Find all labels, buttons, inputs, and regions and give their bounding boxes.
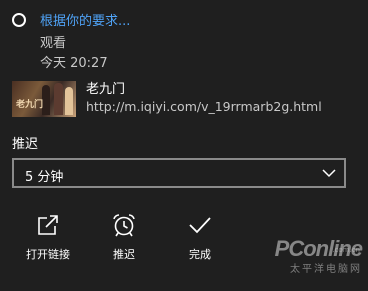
item-url[interactable]: http://m.iqiyi.com/v_19rrmarb2g.html <box>86 99 322 114</box>
reminder-title[interactable]: 根据你的要求... <box>40 10 130 29</box>
thumbnail-figure <box>54 83 63 115</box>
reminder-time: 今天 20:27 <box>40 56 108 71</box>
snooze-duration-value: 5 分钟 <box>25 170 64 185</box>
item-title[interactable]: 老九门 <box>86 78 125 97</box>
reminder-card: 根据你的要求... 观看 今天 20:27 老九门 老九门 http://m.i… <box>0 0 368 291</box>
thumbnail-figure <box>42 85 50 115</box>
checkmark-icon <box>189 217 211 234</box>
snooze-duration-select[interactable]: 5 分钟 <box>12 158 346 188</box>
thumbnail-caption: 老九门 <box>16 100 44 110</box>
snooze-label: 推迟 <box>12 137 39 152</box>
open-link-label: 打开链接 <box>26 248 70 261</box>
video-thumbnail[interactable]: 老九门 <box>12 81 76 117</box>
snooze-button[interactable]: 推迟 <box>94 212 154 268</box>
complete-button[interactable]: 完成 <box>170 212 230 268</box>
reminder-subtitle: 观看 <box>40 36 67 51</box>
watermark-tagline: 太平洋电脑网 <box>290 264 362 275</box>
thumbnail-figure <box>65 87 73 115</box>
snooze-button-label: 推迟 <box>113 248 135 261</box>
watermark: PConline 太平洋电脑网 .com.cn <box>275 236 363 275</box>
complete-radio-button[interactable] <box>12 13 26 27</box>
open-link-button[interactable]: 打开链接 <box>18 212 78 268</box>
chevron-down-icon <box>322 169 336 178</box>
watermark-domain: .com.cn <box>332 246 360 254</box>
complete-label: 完成 <box>189 248 211 261</box>
alarm-clock-icon <box>113 214 135 237</box>
open-link-icon <box>38 215 58 235</box>
